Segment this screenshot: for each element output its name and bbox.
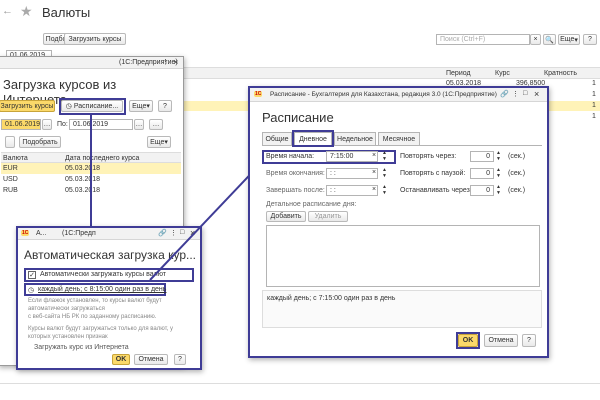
sched-dialog-header: Расписание <box>262 110 334 125</box>
stop-after-unit: (сек.) <box>508 187 526 194</box>
add-button-label: Добавить <box>270 213 302 220</box>
repeat-pause-input[interactable]: 0 <box>470 168 494 179</box>
repeat-pause-value: 0 <box>486 170 490 177</box>
app-1c-icon: 1С <box>254 91 263 97</box>
repeat-every-spin-icon[interactable]: ▲ ▼ <box>496 150 501 162</box>
stop-after-label: Останавливать через: <box>400 187 472 194</box>
end-time-spin-icon[interactable]: ▲ ▼ <box>382 167 387 179</box>
repeat-every-unit: (сек.) <box>508 153 526 160</box>
tab-monthly[interactable]: Месячное <box>378 132 420 145</box>
sched-ok-label: OK <box>462 337 474 344</box>
sched-help-button[interactable]: ? <box>522 334 536 347</box>
repeat-every-value: 0 <box>486 153 490 160</box>
sched-cancel-button[interactable]: Отмена <box>484 334 518 347</box>
repeat-every-input[interactable]: 0 <box>470 151 494 162</box>
sched-dialog-menu-icon[interactable]: ⋮ <box>512 90 519 98</box>
sched-dialog-link-icon[interactable]: 🔗 <box>500 90 509 98</box>
repeat-pause-label: Повторять с паузой: <box>400 170 466 177</box>
repeat-pause-spin-icon[interactable]: ▲ ▼ <box>496 167 501 179</box>
start-time-clear-icon[interactable]: × <box>372 152 376 159</box>
sched-cancel-label: Отмена <box>488 337 514 344</box>
stop-after-value: 0 <box>486 187 490 194</box>
end-time-value: : : <box>330 170 336 177</box>
finish-after-input[interactable]: : : <box>326 185 378 196</box>
add-button[interactable]: Добавить <box>266 211 306 222</box>
finish-after-label: Завершать после: <box>266 187 325 194</box>
finish-after-spin-icon[interactable]: ▲ ▼ <box>382 184 387 196</box>
tab-monthly-label: Месячное <box>382 135 416 143</box>
summary-box: каждый день; с 7:15:00 один раз в день <box>262 290 542 328</box>
tab-general[interactable]: Общие <box>262 132 292 145</box>
sched-dialog-title-text: Расписание - Бухгалтерия для Казахстана,… <box>270 91 497 98</box>
end-time-input[interactable]: : : <box>326 168 378 179</box>
detail-schedule-list[interactable] <box>266 225 540 287</box>
start-time-value: 7:15:00 <box>330 153 354 160</box>
tab-weekly-label: Недельное <box>337 135 373 143</box>
delete-button[interactable]: Удалить <box>308 211 348 222</box>
start-time-input[interactable]: 7:15:00 <box>326 151 378 162</box>
detail-schedule-label: Детальное расписание дня: <box>266 201 357 208</box>
repeat-every-label: Повторять через: <box>400 153 457 160</box>
schedule-dialog: 1С Расписание - Бухгалтерия для Казахста… <box>248 86 549 358</box>
stop-after-input[interactable]: 0 <box>470 185 494 196</box>
sched-dialog-close-icon[interactable]: × <box>534 89 539 99</box>
sched-help-label: ? <box>527 337 531 344</box>
start-time-label: Время начала: <box>266 153 315 160</box>
end-time-label: Время окончания: <box>266 170 325 177</box>
sched-dialog-maximize-icon[interactable]: □ <box>523 90 527 97</box>
tab-general-label: Общие <box>265 135 289 143</box>
delete-button-label: Удалить <box>314 213 342 220</box>
tab-weekly[interactable]: Недельное <box>334 132 376 145</box>
finish-after-value: : : <box>330 187 336 194</box>
repeat-pause-unit: (сек.) <box>508 170 526 177</box>
sched-ok-button[interactable]: OK <box>458 334 478 347</box>
tab-daily-highlight <box>292 130 334 147</box>
sched-dialog-titlebar: 1С Расписание - Бухгалтерия для Казахста… <box>250 88 547 102</box>
stop-after-spin-icon[interactable]: ▲ ▼ <box>496 184 501 196</box>
start-time-spin-icon[interactable]: ▲ ▼ <box>382 150 387 162</box>
end-time-clear-icon[interactable]: × <box>372 169 376 176</box>
finish-after-clear-icon[interactable]: × <box>372 186 376 193</box>
schedule-summary: каждый день; с 7:15:00 один раз в день <box>267 295 396 302</box>
